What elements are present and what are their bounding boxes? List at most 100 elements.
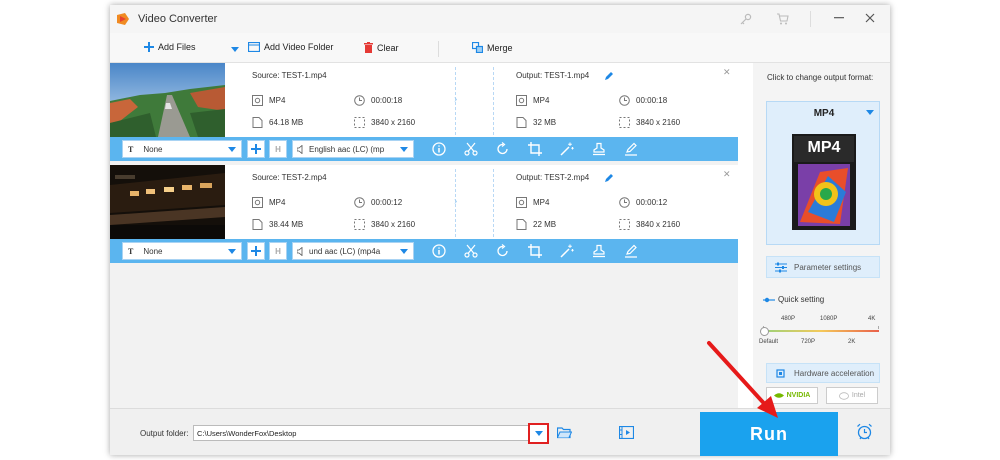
add-files-button[interactable]: Add Files [144, 42, 196, 52]
sliders-icon [775, 262, 787, 273]
source-format-value: MP4 [269, 198, 286, 207]
slider-icon [763, 297, 775, 303]
resolution-icon [354, 219, 365, 230]
clear-button[interactable]: Clear [364, 42, 399, 53]
source-format: MP4 [252, 197, 285, 208]
intel-logo-icon [838, 391, 849, 400]
source-size-value: 64.18 MB [269, 118, 304, 127]
chevron-down-icon [400, 248, 408, 254]
h-icon: H [275, 246, 281, 256]
format-icon [516, 197, 527, 208]
crop-icon[interactable] [528, 244, 542, 258]
resolution-icon [619, 219, 630, 230]
output-resolution-value: 3840 x 2160 [636, 118, 681, 127]
subtitle-select[interactable]: T None [122, 140, 242, 158]
add-subtitle-button[interactable] [247, 242, 265, 260]
subtitle-select[interactable]: T None [122, 242, 242, 260]
file-item[interactable]: Source: TEST-2.mp4 MP4 00:00:12 38.44 MB… [110, 165, 738, 263]
source-resolution-value: 3840 x 2160 [371, 220, 416, 229]
file-size-icon [516, 219, 527, 230]
output-duration-value: 00:00:12 [636, 198, 668, 207]
add-files-label: Add Files [158, 42, 196, 52]
output-resolution-value: 3840 x 2160 [636, 220, 681, 229]
file-size-icon [252, 219, 263, 230]
add-video-folder-button[interactable]: Add Video Folder [248, 42, 333, 52]
output-format-selector[interactable]: MP4 MP4 [766, 101, 880, 245]
file-item[interactable]: Source: TEST-1.mp4 MP4 00:00:18 64.18 MB… [110, 63, 738, 161]
clock-icon [354, 197, 365, 208]
video-thumbnail [110, 165, 225, 239]
key-icon[interactable] [740, 13, 752, 25]
scissors-icon[interactable] [464, 142, 478, 156]
cart-icon[interactable] [776, 13, 789, 25]
quality-label-720p: 720P [801, 339, 816, 345]
open-folder-icon[interactable] [557, 426, 572, 439]
edit-pencil-icon[interactable] [604, 71, 614, 81]
subtitle-icon: T [128, 144, 134, 154]
output-format-value: MP4 [533, 96, 550, 105]
titlebar-divider [810, 11, 811, 27]
clock-icon [619, 95, 630, 106]
source-format-value: MP4 [269, 96, 286, 105]
output-format-value: MP4 [533, 198, 550, 207]
edit-metadata-icon[interactable] [624, 142, 638, 156]
nvidia-option[interactable]: NVIDIA [766, 387, 818, 404]
info-icon[interactable] [432, 244, 446, 258]
file-list: Source: TEST-1.mp4 MP4 00:00:18 64.18 MB… [110, 63, 738, 408]
rotate-icon[interactable] [496, 244, 510, 258]
edit-pencil-icon[interactable] [604, 173, 614, 183]
close-icon[interactable] [865, 13, 875, 23]
quality-slider-handle[interactable] [760, 327, 769, 336]
effects-wand-icon[interactable] [560, 142, 574, 156]
subtitle-hardcode-button[interactable]: H [269, 242, 287, 260]
clock-icon [619, 197, 630, 208]
plus-icon [251, 246, 261, 256]
source-size: 38.44 MB [252, 219, 303, 230]
alarm-clock-icon[interactable] [856, 423, 873, 440]
remove-item-icon[interactable]: ✕ [723, 67, 731, 78]
folder-film-icon [248, 42, 260, 52]
source-size: 64.18 MB [252, 117, 303, 128]
info-icon[interactable] [432, 142, 446, 156]
audio-track-select[interactable]: und aac (LC) (mp4a [292, 242, 414, 260]
add-subtitle-button[interactable] [247, 140, 265, 158]
output-title: Output: TEST-2.mp4 [516, 173, 590, 182]
quality-label-2k: 2K [848, 339, 856, 345]
edit-metadata-icon[interactable] [624, 244, 638, 258]
audio-track-select[interactable]: English aac (LC) (mp [292, 140, 414, 158]
h-icon: H [275, 144, 281, 154]
merge-button[interactable]: Merge [472, 42, 513, 53]
rotate-icon[interactable] [496, 142, 510, 156]
crop-icon[interactable] [528, 142, 542, 156]
chevron-down-icon [228, 146, 236, 152]
quality-label-480p: 480P [781, 316, 796, 322]
output-folder-dropdown-button[interactable] [528, 423, 549, 444]
remove-item-icon[interactable]: ✕ [723, 169, 731, 180]
nvidia-logo-icon [773, 393, 784, 398]
chevron-down-icon [228, 248, 236, 254]
mp4-icon-text: MP4 [807, 139, 841, 156]
run-button[interactable]: Run [700, 412, 838, 456]
chevron-down-icon [866, 110, 874, 115]
watermark-stamp-icon[interactable] [592, 142, 606, 156]
parameter-settings-button[interactable]: Parameter settings [766, 256, 880, 278]
subtitle-hardcode-button[interactable]: H [269, 140, 287, 158]
output-duration-value: 00:00:18 [636, 96, 668, 105]
format-icon [252, 197, 263, 208]
output-folder-input[interactable]: C:\Users\WonderFox\Desktop [193, 425, 548, 441]
intel-option[interactable]: Intel [826, 387, 878, 404]
toolbar-divider [438, 41, 439, 57]
video-thumbnail [110, 63, 225, 137]
item-edit-bar: T None H und aac (LC) (mp4a [110, 239, 738, 263]
scissors-icon[interactable] [464, 244, 478, 258]
minimize-icon[interactable] [834, 17, 844, 20]
output-video-icon[interactable] [619, 426, 634, 439]
hardware-acceleration-toggle[interactable]: Hardware acceleration [766, 363, 880, 383]
watermark-stamp-icon[interactable] [592, 244, 606, 258]
effects-wand-icon[interactable] [560, 244, 574, 258]
chevron-right-icon: › [454, 94, 458, 105]
chevron-down-icon[interactable] [231, 47, 239, 52]
output-folder-label: Output folder: [140, 429, 189, 438]
output-resolution: 3840 x 2160 [619, 219, 680, 230]
quality-slider-track[interactable] [763, 330, 879, 332]
